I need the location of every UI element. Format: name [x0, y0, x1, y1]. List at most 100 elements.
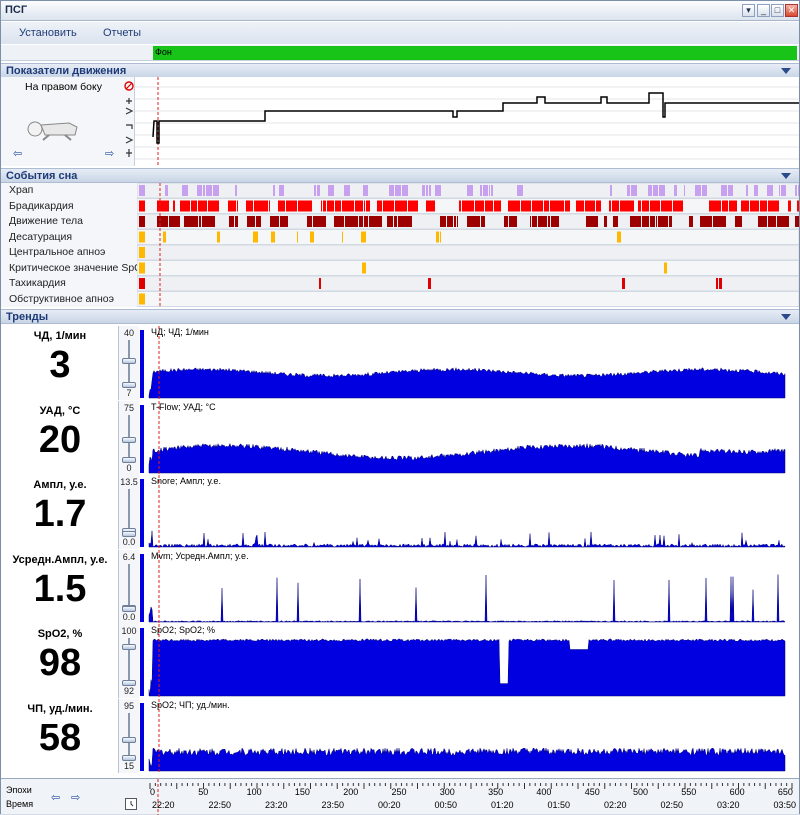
- event-mark: [163, 231, 166, 243]
- dropdown-icon[interactable]: ▾: [742, 4, 755, 17]
- event-label: Брадикардия: [9, 199, 74, 212]
- event-mark: [538, 216, 547, 227]
- event-mark: [387, 216, 393, 227]
- event-mark: [797, 200, 799, 212]
- collapse-icon[interactable]: [781, 173, 791, 179]
- menu-install[interactable]: Установить: [19, 27, 77, 39]
- event-mark: [359, 216, 363, 227]
- scale-max: 100: [121, 626, 137, 636]
- event-mark: [328, 185, 334, 196]
- time-tick-label: 00:50: [434, 800, 458, 810]
- epoch-tick-label: 500: [633, 787, 649, 797]
- trend-readout: ЧП, уд./мин. 58: [1, 698, 119, 773]
- collapse-icon[interactable]: [781, 314, 791, 320]
- time-axis[interactable]: 0 50 100 150 200 250 300 350 400 450 500 550 600 650 2…: [146, 779, 799, 815]
- scale-slider-knob[interactable]: [122, 357, 136, 364]
- event-label: Храп: [9, 184, 34, 196]
- event-mark: [532, 216, 537, 227]
- trend-chart[interactable]: Mvm; Усредн.Ампл; у.е.: [139, 549, 799, 624]
- trend-chart[interactable]: ЧД; ЧД; 1/мин: [139, 326, 799, 400]
- timeline-prev-icon[interactable]: ⇦: [51, 791, 60, 804]
- event-mark: [169, 216, 180, 227]
- event-mark: [548, 216, 550, 227]
- trend-chart[interactable]: T-Flow; УАД; °C: [139, 400, 799, 475]
- menu-reports[interactable]: Отчеты: [103, 27, 141, 39]
- event-mark: [728, 185, 733, 196]
- section-events[interactable]: События сна: [1, 168, 799, 183]
- prev-arrow-icon[interactable]: ⇦: [13, 147, 22, 160]
- trend-readout: Ампл, у.е. 1.7: [1, 475, 119, 549]
- event-mark: [334, 216, 344, 227]
- scale-max: 95: [123, 700, 134, 711]
- event-mark: [585, 200, 595, 212]
- current-level-bar: [140, 553, 144, 622]
- maximize-icon[interactable]: □: [771, 4, 784, 17]
- event-labels: Храп Брадикардия Движение тела Десатурация Ц…: [1, 183, 137, 307]
- trend-chart[interactable]: Snore; Ампл; у.е.: [139, 475, 799, 549]
- clock-icon[interactable]: [125, 798, 137, 810]
- event-mark: [342, 200, 354, 212]
- event-mark: [235, 216, 238, 227]
- event-mark: [684, 185, 685, 196]
- event-mark: [650, 200, 660, 212]
- event-mark: [656, 216, 657, 227]
- event-mark: [369, 216, 382, 227]
- trend-value: 20: [38, 418, 82, 461]
- trend-readout: Усредн.Ампл, у.е. 1.5: [1, 549, 119, 624]
- scale-slider-knob[interactable]: [122, 737, 136, 744]
- event-mark: [721, 185, 727, 196]
- event-mark: [777, 216, 789, 227]
- event-mark: [428, 278, 431, 289]
- event-mark: [609, 200, 611, 212]
- trend-chart[interactable]: SpO2; ЧП; уд./мин.: [139, 698, 799, 773]
- trend-value: 58: [38, 716, 82, 759]
- scale-slider-knob[interactable]: [122, 436, 136, 443]
- event-mark: [467, 216, 480, 227]
- stage-strip: Фон: [1, 45, 799, 61]
- trend-value: 3: [49, 344, 71, 386]
- event-mark: [157, 200, 169, 212]
- section-movement[interactable]: Показатели движения: [1, 63, 799, 78]
- epoch-tick-label: 50: [198, 787, 209, 797]
- event-mark: [716, 278, 718, 289]
- event-mark: [298, 200, 312, 212]
- event-mark: [673, 200, 683, 212]
- trend-row: Ампл, у.е. 1.7 13.5 0.0 Snore; Ампл; у.е.: [1, 475, 799, 549]
- event-mark: [695, 185, 701, 196]
- event-mark: [661, 200, 672, 212]
- event-mark: [217, 231, 220, 243]
- event-mark: [426, 185, 428, 196]
- scale-max: 13.5: [120, 477, 138, 487]
- event-mark: [355, 200, 363, 212]
- event-mark: [648, 185, 652, 196]
- close-icon[interactable]: ✕: [785, 4, 798, 17]
- body-position-icon: [27, 121, 78, 141]
- event-mark: [323, 200, 326, 212]
- epoch-tick-label: 200: [343, 787, 359, 797]
- scale-slider-knob[interactable]: [122, 644, 136, 651]
- collapse-icon[interactable]: [781, 68, 791, 74]
- time-tick-label: 23:20: [265, 800, 288, 810]
- section-trends[interactable]: Тренды: [1, 309, 799, 324]
- event-mark: [246, 200, 253, 212]
- background-stage-label: Фон: [155, 47, 172, 57]
- background-stage-bar[interactable]: [153, 46, 797, 60]
- trend-series-area: [148, 573, 786, 622]
- timeline: Эпохи Время ⇦ ⇨ 0 50 100 150 200 250 300 350 400…: [1, 778, 799, 815]
- trend-value: 98: [38, 642, 82, 684]
- minimize-icon[interactable]: _: [757, 4, 770, 17]
- time-tick-label: 23:50: [321, 800, 345, 810]
- next-arrow-icon[interactable]: ⇨: [105, 147, 114, 160]
- event-mark: [768, 216, 776, 227]
- event-mark: [596, 200, 601, 212]
- app-window: ПСГ ▾ _ □ ✕ Установить Отчеты Фон Показа…: [0, 0, 800, 815]
- trend-series-area: [148, 442, 786, 473]
- epoch-tick-label: 250: [391, 787, 407, 797]
- event-mark: [235, 185, 237, 196]
- trend-chart[interactable]: SpO2; SpO2; %: [139, 624, 799, 698]
- event-mark: [364, 216, 368, 227]
- event-mark: [475, 200, 484, 212]
- section-movement-title: Показатели движения: [6, 65, 127, 77]
- timeline-next-icon[interactable]: ⇨: [71, 791, 80, 804]
- time-tick-label: 01:20: [491, 800, 514, 810]
